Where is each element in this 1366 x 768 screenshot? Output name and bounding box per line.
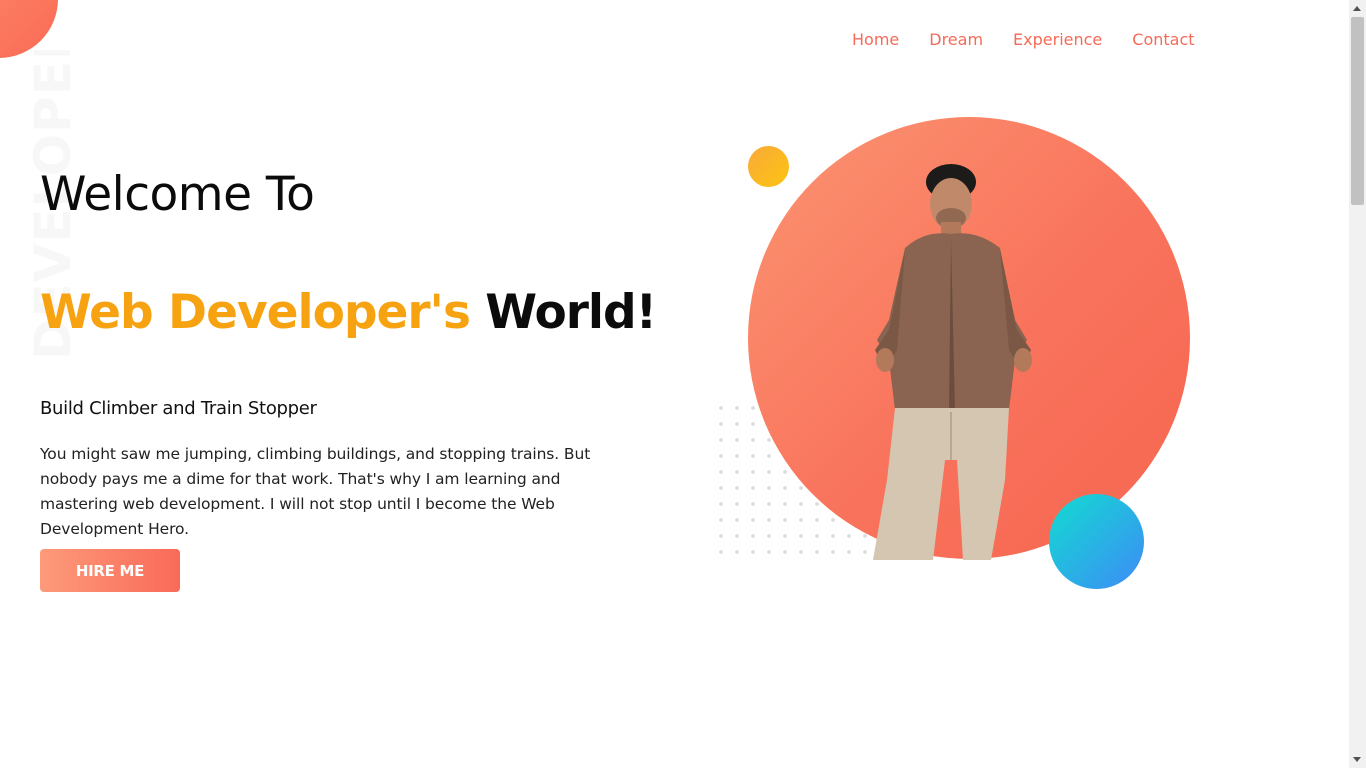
hero-description: You might saw me jumping, climbing build…	[40, 445, 591, 538]
hire-me-button[interactable]: HIRE ME	[40, 549, 180, 592]
person-pants	[873, 408, 1009, 560]
scrollbar-thumb[interactable]	[1351, 17, 1364, 205]
top-navigation: Home Dream Experience Contact	[850, 28, 1197, 51]
hero-title-accent: Web Developer's	[40, 285, 471, 340]
page-scrollbar[interactable]	[1349, 0, 1366, 768]
scroll-down-arrow-icon[interactable]	[1353, 757, 1361, 762]
blue-accent-circle	[1049, 494, 1144, 589]
scroll-up-arrow-icon[interactable]	[1353, 6, 1361, 11]
hero-title-line2: Web Developer's World!	[40, 278, 680, 348]
nav-dream-link[interactable]: Dream	[927, 28, 985, 51]
yellow-accent-circle	[748, 146, 789, 187]
nav-contact-link[interactable]: Contact	[1130, 28, 1196, 51]
hero-text-section: Welcome To Web Developer's World! Build …	[40, 160, 680, 592]
hero-subtitle: Build Climber and Train Stopper	[40, 398, 317, 419]
nav-home-link[interactable]: Home	[850, 28, 901, 51]
nav-experience-link[interactable]: Experience	[1011, 28, 1104, 51]
hero-title-line1: Welcome To	[40, 167, 315, 222]
person-photo	[873, 164, 1032, 560]
hero-title-rest: World!	[469, 285, 657, 340]
